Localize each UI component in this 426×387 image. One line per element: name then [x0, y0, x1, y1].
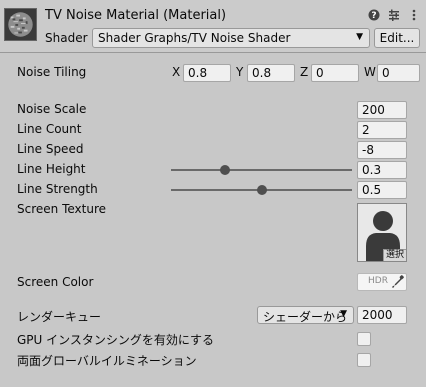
dropdown-arrow-icon: ▼ [356, 32, 363, 42]
line-count-field[interactable]: 2 [357, 121, 407, 139]
shader-dropdown[interactable]: Shader Graphs/TV Noise Shader ▼ [92, 28, 370, 48]
noise-tiling-w-field[interactable]: 0 [377, 64, 420, 82]
noise-scale-label: Noise Scale [17, 102, 87, 116]
shader-dropdown-value: Shader Graphs/TV Noise Shader [98, 31, 291, 45]
noise-tiling-y-label[interactable]: Y [236, 65, 243, 79]
line-height-field[interactable]: 0.3 [357, 161, 407, 179]
line-strength-slider-knob[interactable] [256, 185, 267, 195]
line-strength-label: Line Strength [17, 182, 98, 196]
noise-tiling-z-field[interactable]: 0 [311, 64, 359, 82]
render-queue-mode: シェーダーから [263, 310, 348, 324]
line-height-slider-knob[interactable] [220, 165, 231, 175]
eyedropper-icon[interactable] [392, 275, 404, 289]
edit-shader-button[interactable]: Edit... [374, 28, 420, 48]
double-sided-gi-checkbox[interactable] [357, 353, 371, 367]
svg-text:?: ? [371, 11, 376, 21]
line-strength-field[interactable]: 0.5 [357, 181, 407, 199]
line-count-label: Line Count [17, 122, 82, 136]
render-queue-field[interactable]: 2000 [357, 306, 407, 324]
material-title: TV Noise Material (Material) [45, 8, 227, 23]
double-sided-gi-label: 両面グローバルイルミネーション [17, 354, 197, 368]
screen-texture-label: Screen Texture [17, 202, 106, 216]
dropdown-arrow-icon: ▼ [340, 309, 347, 319]
gpu-instancing-label: GPU インスタンシングを有効にする [17, 333, 215, 347]
noise-tiling-y-field[interactable]: 0.8 [247, 64, 295, 82]
noise-scale-field[interactable]: 200 [357, 101, 407, 119]
noise-tiling-z-label[interactable]: Z [300, 65, 308, 79]
noise-tiling-w-label[interactable]: W [364, 65, 376, 79]
noise-tiling-x-field[interactable]: 0.8 [183, 64, 231, 82]
hdr-label: HDR [368, 276, 388, 286]
help-icon[interactable]: ? [368, 9, 380, 21]
render-queue-dropdown[interactable]: シェーダーから ▼ [257, 306, 354, 324]
noise-tiling-x-label[interactable]: X [172, 65, 180, 79]
screen-color-swatch[interactable]: HDR [357, 273, 407, 291]
line-height-slider-track[interactable] [171, 169, 352, 171]
screen-texture-slot[interactable]: 選択 [357, 203, 407, 262]
texture-select-button[interactable]: 選択 [382, 249, 406, 261]
header-icons: ? [368, 9, 420, 21]
screen-color-label: Screen Color [17, 275, 94, 289]
gpu-instancing-checkbox[interactable] [357, 332, 371, 346]
render-queue-label: レンダーキュー [17, 310, 102, 324]
material-preview-thumbnail [4, 8, 37, 41]
line-speed-field[interactable]: -8 [357, 141, 407, 159]
noise-tiling-label: Noise Tiling [17, 65, 87, 79]
shader-label: Shader [45, 31, 88, 45]
overflow-menu-icon[interactable] [408, 9, 420, 21]
line-speed-label: Line Speed [17, 142, 84, 156]
preset-icon[interactable] [388, 9, 400, 21]
line-height-label: Line Height [17, 162, 86, 176]
